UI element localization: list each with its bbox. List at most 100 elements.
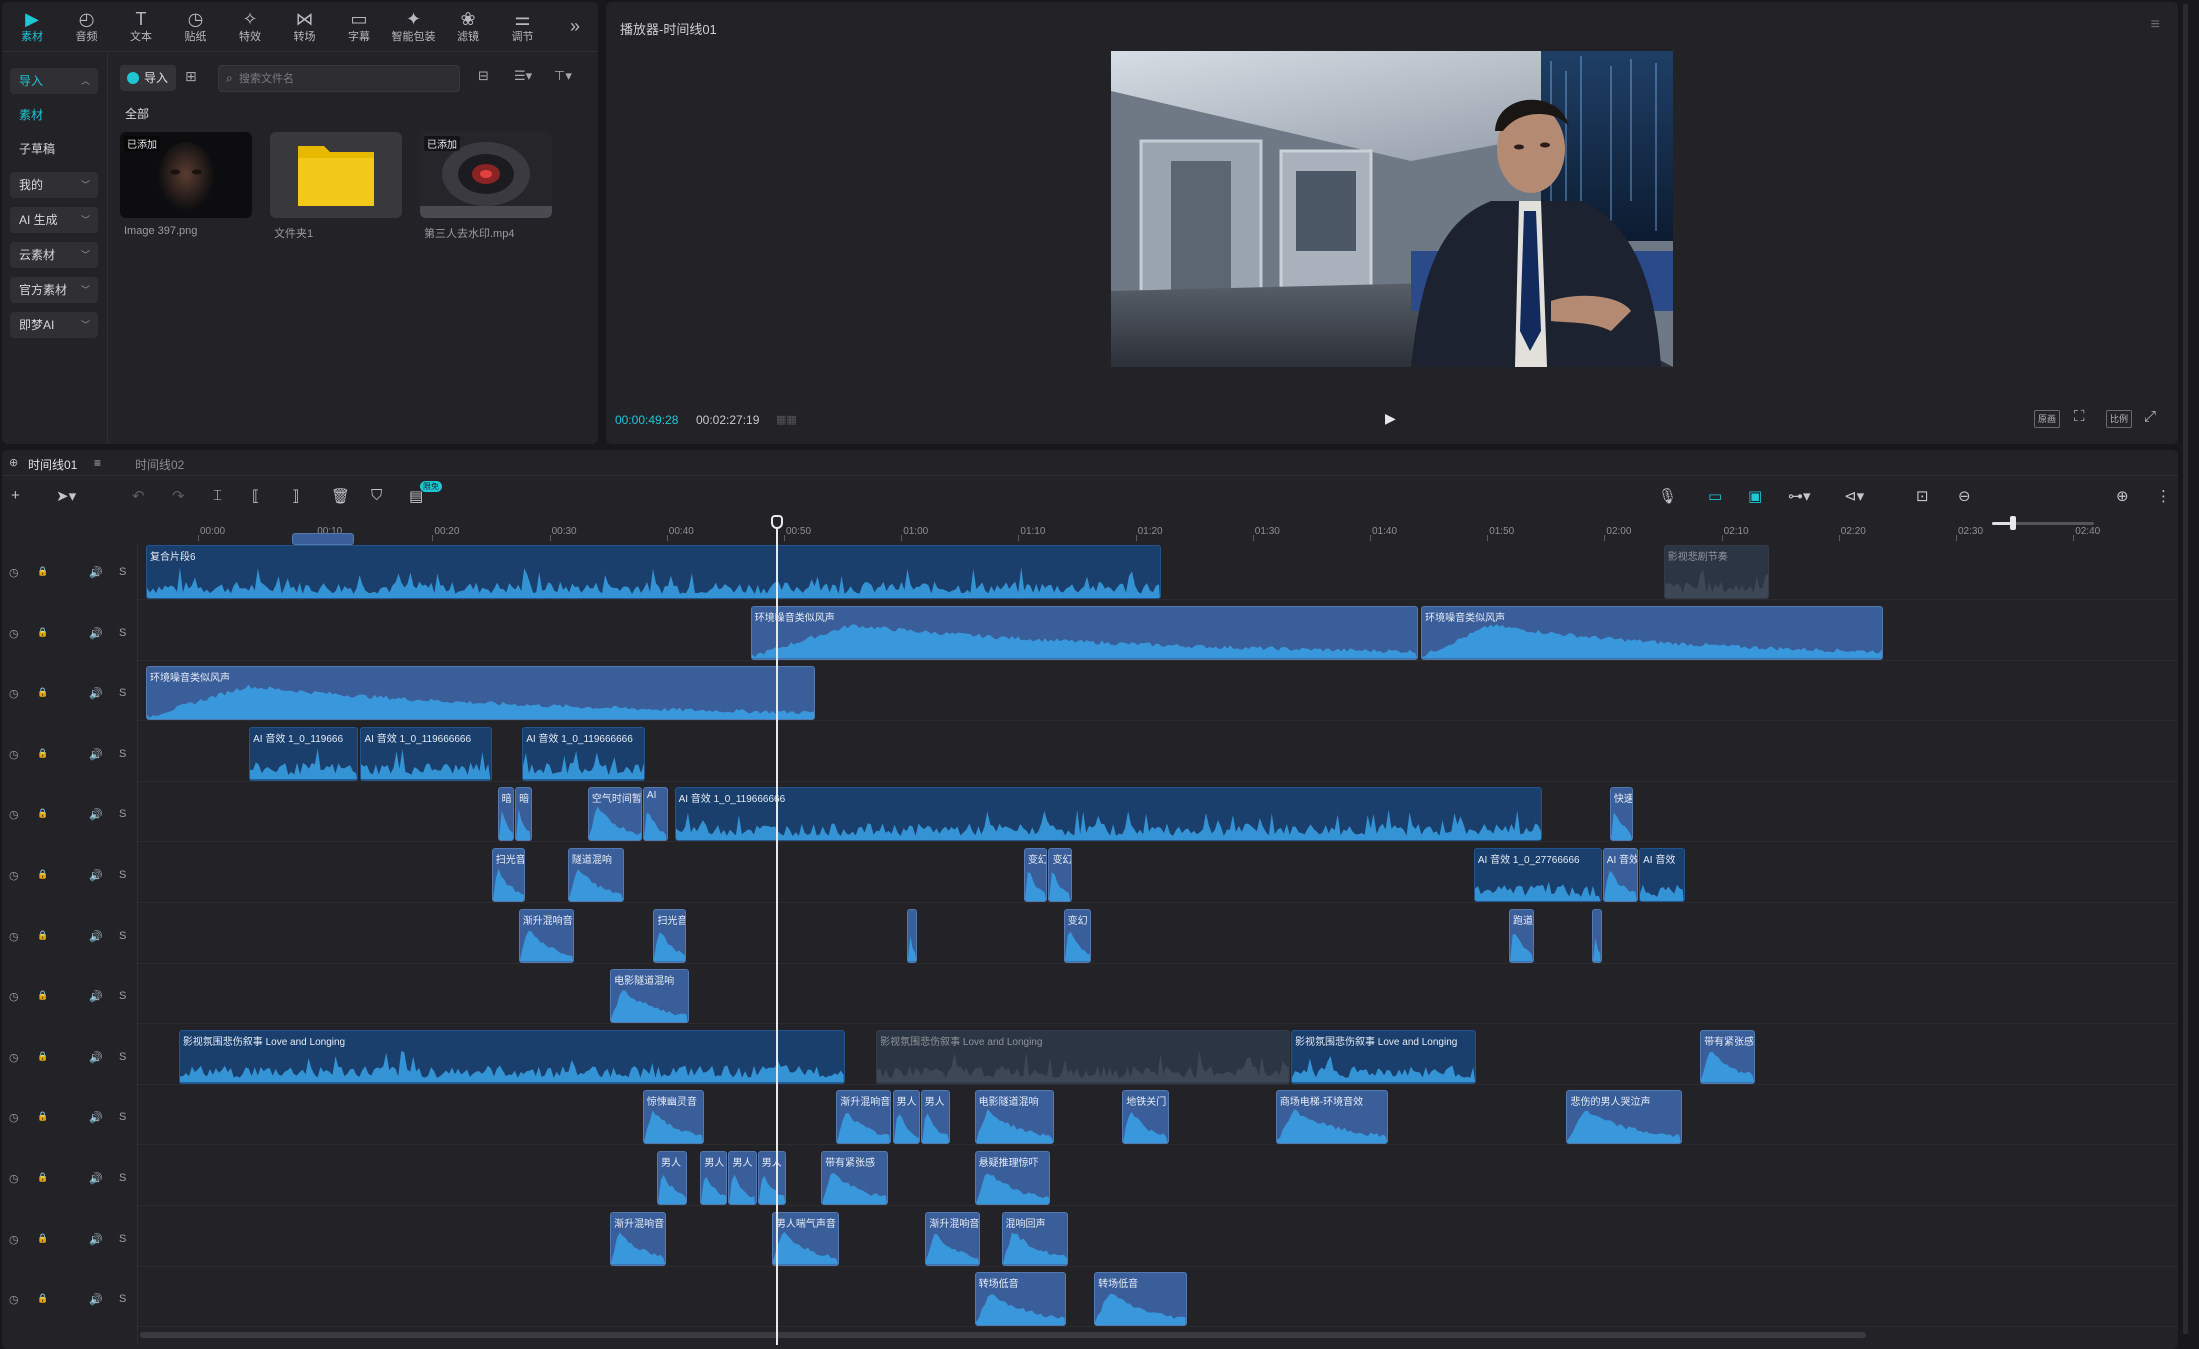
player-menu-icon[interactable]: ≡ [2151,16,2160,34]
preview-axis-icon[interactable]: ⊲▾ [1844,487,1864,505]
split-icon[interactable]: ⌶ [213,487,222,504]
tool-audio[interactable]: ◴ 音频 [61,8,113,48]
lock-icon[interactable]: 🔒 [37,930,48,941]
audio-clip[interactable]: 渐升混响音 [610,1211,667,1266]
tool-adjust[interactable]: ⚌ 调节 [497,8,549,48]
solo-icon[interactable]: S [119,930,126,942]
audio-clip[interactable]: 变幻 [1023,848,1048,902]
solo-icon[interactable]: S [119,566,126,578]
sidebar-item-6[interactable]: 官方素材 ﹀ [10,277,98,303]
mute-icon[interactable]: 🔊 [89,1051,103,1064]
auto-snap-icon[interactable]: ▣ [1748,487,1762,505]
audio-clip[interactable]: AI 音效 1_0_119666666 [674,787,1542,842]
solo-icon[interactable]: S [119,1051,126,1063]
audio-clip[interactable]: 环境噪音类似风声 [750,605,1418,660]
audio-clip[interactable]: 跑道 [1509,908,1534,963]
audio-clip[interactable]: AI 音效 [1602,848,1638,902]
linkage-icon[interactable]: ⊶▾ [1788,487,1811,505]
sidebar-item-5[interactable]: 云素材 ﹀ [10,242,98,268]
vertical-scrollbar[interactable] [2182,4,2190,1334]
track-cover-icon[interactable]: ◷ [9,1111,19,1124]
more-tools-icon[interactable]: » [570,16,580,37]
mute-icon[interactable]: 🔊 [89,1172,103,1185]
sort-icon[interactable]: ☰▾ [514,68,532,84]
track-cover-icon[interactable]: ◷ [9,990,19,1003]
trim-right-icon[interactable]: ⟧ [292,487,299,505]
mute-icon[interactable]: 🔊 [89,748,103,761]
audio-clip[interactable]: 男人 [656,1151,688,1205]
audio-clip[interactable]: 电影隧道混响 [974,1090,1055,1145]
audio-clip[interactable]: 男人喘气声音 [771,1211,839,1266]
mute-icon[interactable]: 🔊 [89,990,103,1003]
tool-media[interactable]: ▶ 素材 [6,8,58,48]
solo-icon[interactable]: S [119,1172,126,1184]
audio-clip[interactable]: 惊悚幽灵音 [642,1090,704,1145]
undo-icon[interactable]: ↶ [132,487,145,505]
audio-clip[interactable]: 混响回声 [1001,1211,1069,1266]
quality-button[interactable]: 原画 [2034,410,2060,428]
sidebar-item-0[interactable]: 导入 ︿ [10,68,98,94]
track-cover-icon[interactable]: ◷ [9,930,19,943]
tab-timeline-02[interactable]: 时间线02 [135,456,184,473]
track-cover-icon[interactable]: ◷ [9,808,19,821]
audio-clip[interactable]: 转场低音 [974,1272,1066,1327]
audio-clip[interactable]: 扫光音 [491,848,525,902]
audio-clip[interactable]: 男人 [892,1090,920,1145]
audio-clip[interactable]: 渐升混响音 [518,908,574,963]
tool-filter[interactable]: ❀ 滤镜 [442,8,494,48]
top-partial-clip[interactable] [292,533,354,545]
track-cover-icon[interactable]: ◷ [9,1051,19,1064]
solo-icon[interactable]: S [119,627,126,639]
track-cover-icon[interactable]: ◷ [9,1172,19,1185]
audio-clip[interactable]: AI 音效 [1639,848,1685,902]
track-cover-icon[interactable]: ◷ [9,748,19,761]
zoom-in-icon[interactable]: ⊕ [2116,487,2129,505]
solo-icon[interactable]: S [119,869,126,881]
audio-clip[interactable]: 带有紧张感 [821,1151,888,1205]
sidebar-item-4[interactable]: AI 生成 ﹀ [10,207,98,233]
audio-clip[interactable]: 变幻 [1048,848,1072,902]
track-cover-icon[interactable]: ◷ [9,687,19,700]
audio-clip[interactable]: 商场电梯-环境音效 [1275,1090,1389,1145]
lock-icon[interactable]: 🔒 [37,627,48,638]
filter-icon[interactable]: ⊤▾ [554,68,572,84]
audio-clip[interactable]: 影视氛围悲伤叙事 Love and Longing [876,1029,1290,1084]
tool-caption[interactable]: ▭ 字幕 [333,8,385,48]
delete-icon[interactable]: 🗑 [331,487,350,505]
audio-clip[interactable]: 空气时间暂 [587,787,642,842]
media-thumb-video[interactable]: 已添加 [420,132,552,218]
sidebar-item-3[interactable]: 我的 ﹀ [10,172,98,198]
audio-clip[interactable]: AI 音效 1_0_119666666 [360,726,492,781]
lock-icon[interactable]: 🔒 [37,869,48,880]
playhead-handle[interactable] [771,515,783,529]
sidebar-item-7[interactable]: 即梦AI ﹀ [10,312,98,338]
mute-icon[interactable]: 🔊 [89,869,103,882]
search-input[interactable] [239,69,449,88]
solo-icon[interactable]: S [119,808,126,820]
solo-icon[interactable]: S [119,1293,126,1305]
audio-clip[interactable]: 男人 [920,1090,950,1145]
add-icon[interactable]: + [11,487,20,504]
lock-icon[interactable]: 🔒 [37,1172,48,1183]
mute-icon[interactable]: 🔊 [89,1293,103,1306]
time-ruler[interactable]: 00:00 00:10 00:20 00:30 00:40 00:50 01:00 01:10… [190,517,2178,543]
lock-icon[interactable]: 🔒 [37,566,48,577]
main-track-magnet-icon[interactable]: ▭ [1708,487,1722,505]
mute-icon[interactable]: 🔊 [89,627,103,640]
play-button[interactable]: ▶ [1385,410,1396,427]
record-audio-icon[interactable]: 🎙 [1658,487,1677,505]
track-cover-icon[interactable]: ◷ [9,627,19,640]
audio-clip[interactable]: 环境噪音类似风声 [146,666,816,721]
tool-effects[interactable]: ✧ 特效 [224,8,276,48]
import-button[interactable]: 导入 [120,65,176,91]
zoom-out-icon[interactable]: ⊖ [1958,487,1971,505]
audio-clip[interactable]: 变幻 [1063,908,1091,963]
audio-clip[interactable]: 影视悲剧节奏 [1663,545,1770,599]
audio-clip[interactable]: 复合片段6 [146,545,1161,599]
audio-clip[interactable]: AI 音效 1_0_119666 [249,726,359,781]
horizontal-scrollbar[interactable] [140,1332,1866,1338]
audio-clip[interactable]: 扫光音 [653,908,687,963]
lock-icon[interactable]: 🔒 [37,1051,48,1062]
audio-clip[interactable]: 快速 [1609,787,1634,842]
solo-icon[interactable]: S [119,687,126,699]
